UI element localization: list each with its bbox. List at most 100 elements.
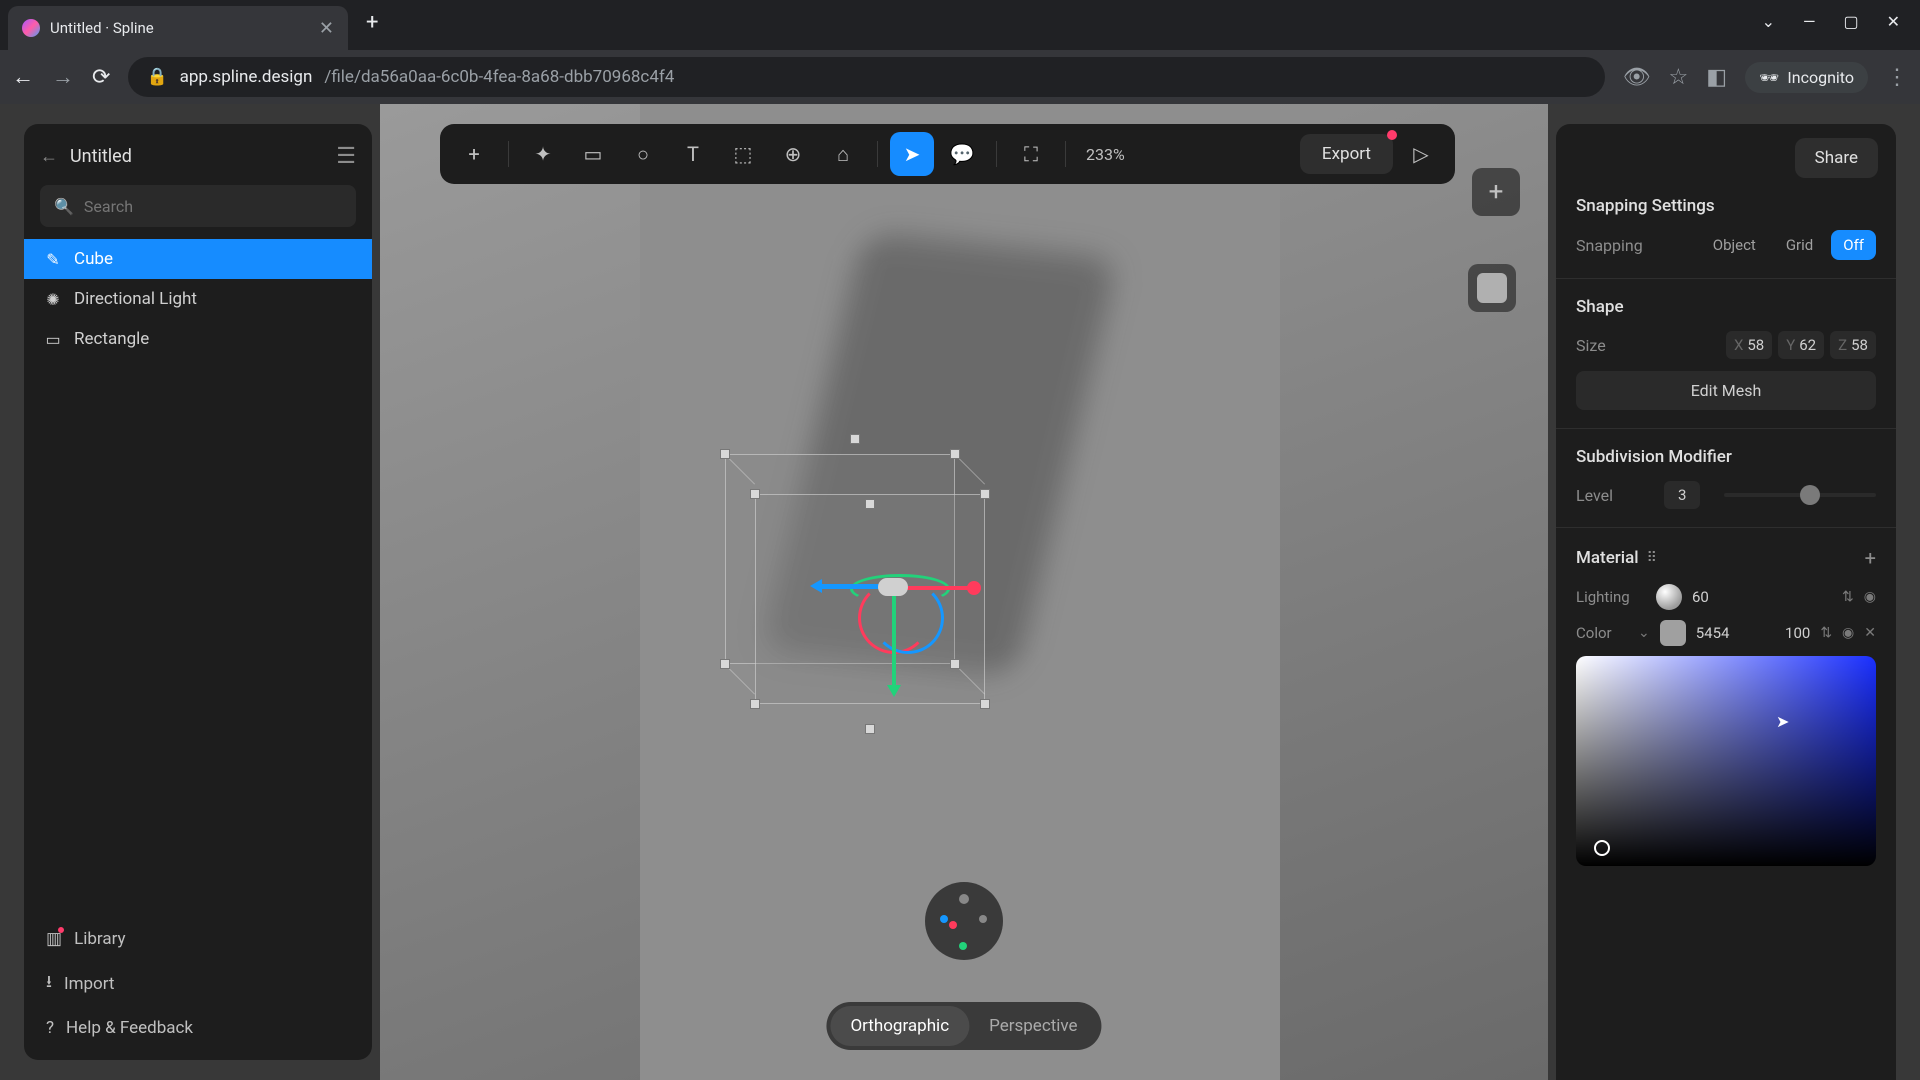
import-label: Import [64,974,115,994]
layer-label: Cube [74,249,113,269]
cursor-tool-button[interactable]: ➤ [890,132,934,176]
perspective-button[interactable]: Perspective [969,1006,1097,1046]
properties-panel: Share Snapping Settings Snapping Object … [1556,124,1896,1080]
lock-icon: 🔒 [146,67,167,87]
level-value[interactable]: 3 [1664,481,1700,509]
rectangle-tool-button[interactable]: ▭ [571,132,615,176]
incognito-badge[interactable]: 🕶 Incognito [1745,62,1868,93]
tab-title: Untitled · Spline [50,19,309,37]
file-title[interactable]: Untitled [70,146,324,167]
size-x-value: 58 [1747,336,1764,354]
snapping-section: Snapping Settings Snapping Object Grid O… [1556,178,1896,279]
outliner-panel: ← Untitled ☰ 🔍 ✎ Cube ✺ Directional Ligh… [24,124,372,1060]
selected-cube[interactable] [725,444,1015,734]
minimize-icon[interactable]: — [1803,12,1816,31]
search-box[interactable]: 🔍 [40,185,356,227]
color-picker-handle[interactable] [1594,840,1610,856]
transform-gizmo[interactable] [820,554,970,704]
lighting-value[interactable]: 60 [1692,588,1709,606]
incognito-icon: 🕶 [1759,68,1779,87]
light-icon: ✺ [44,290,62,308]
help-label: Help & Feedback [66,1018,193,1038]
back-icon[interactable]: ← [12,64,34,90]
color-picker[interactable]: ➤ [1576,656,1876,866]
comment-tool-button[interactable]: 💬 [940,132,984,176]
cube-tool-button[interactable]: ⬚ [721,132,765,176]
size-z-value: 58 [1851,336,1868,354]
link-icon[interactable]: ⇅ [1842,589,1854,605]
snap-object-button[interactable]: Object [1701,230,1768,260]
shape-section: Shape Size X58 Y62 Z58 Edit Mesh [1556,279,1896,429]
close-window-icon[interactable]: ✕ [1887,12,1900,31]
kebab-menu-icon[interactable]: ⋮ [1886,65,1908,90]
address-bar[interactable]: 🔒 app.spline.design/file/da56a0aa-6c0b-4… [128,57,1604,97]
orthographic-button[interactable]: Orthographic [830,1006,969,1046]
visibility-icon[interactable]: ◉ [1864,589,1876,605]
frame-tool-button[interactable]: ⛶ [1009,132,1053,176]
color-code[interactable]: 5454 [1696,624,1730,642]
add-object-button[interactable]: + [452,132,496,176]
orientation-widget[interactable] [925,882,1003,960]
text-tool-button[interactable]: T [671,132,715,176]
size-z-input[interactable]: Z58 [1830,331,1876,359]
material-title: Material [1576,548,1639,568]
chevron-down-icon[interactable]: ⌄ [1762,12,1775,31]
material-options-icon[interactable]: ⠿ [1647,550,1657,566]
search-input[interactable] [84,197,342,216]
layer-item-directional-light[interactable]: ✺ Directional Light [24,279,372,319]
incognito-label: Incognito [1787,68,1854,87]
library-label: Library [74,929,125,949]
color-swatch[interactable] [1660,620,1686,646]
maximize-icon[interactable]: ▢ [1843,12,1858,31]
layer-item-cube[interactable]: ✎ Cube [24,239,372,279]
material-preview-chip[interactable] [1468,264,1516,312]
browser-tab[interactable]: Untitled · Spline ✕ [8,6,348,50]
help-button[interactable]: ? Help & Feedback [40,1008,356,1048]
export-label: Export [1322,144,1371,164]
reload-icon[interactable]: ⟳ [92,65,110,90]
layer-item-rectangle[interactable]: ▭ Rectangle [24,319,372,359]
layer-label: Rectangle [74,329,149,349]
size-label: Size [1576,336,1646,355]
subdivision-section: Subdivision Modifier Level 3 [1556,429,1896,528]
magic-tool-button[interactable]: ✦ [521,132,565,176]
star-icon[interactable]: ☆ [1669,65,1689,90]
viewport-3d[interactable]: Orthographic Perspective [380,104,1548,1080]
help-icon: ? [46,1018,54,1038]
eye-off-icon[interactable]: 👁 [1623,65,1651,90]
color-alpha[interactable]: 100 [1785,624,1810,642]
extensions-icon[interactable]: ◧ [1706,65,1727,90]
zoom-level[interactable]: 233% [1086,145,1125,164]
back-button[interactable]: ← [40,146,58,167]
subdivision-title: Subdivision Modifier [1576,447,1876,467]
edit-mesh-label: Edit Mesh [1691,381,1762,400]
material-section: Material ⠿ + Lighting 60 ⇅ ◉ Color ⌄ 545… [1556,528,1896,1080]
main-toolbar: + ✦ ▭ ○ T ⬚ ⊕ ⌂ ➤ 💬 ⛶ 233% Export ▷ [440,124,1455,184]
play-button[interactable]: ▷ [1399,132,1443,176]
visibility-icon[interactable]: ◉ [1842,625,1854,641]
export-button[interactable]: Export [1300,134,1393,174]
hamburger-icon[interactable]: ☰ [336,144,356,169]
snap-grid-button[interactable]: Grid [1774,230,1825,260]
sphere-tool-button[interactable]: ⊕ [771,132,815,176]
library-button[interactable]: ▥ Library [40,919,356,959]
lighting-swatch[interactable] [1656,584,1682,610]
remove-icon[interactable]: ✕ [1864,625,1876,641]
ellipse-tool-button[interactable]: ○ [621,132,665,176]
chevron-down-icon[interactable]: ⌄ [1638,625,1650,641]
share-button[interactable]: Share [1795,138,1878,178]
size-x-input[interactable]: X58 [1726,331,1772,359]
level-slider[interactable] [1724,485,1876,505]
import-button[interactable]: ⭳ Import [40,959,356,1008]
new-tab-button[interactable]: + [366,10,378,35]
slider-thumb[interactable] [1800,485,1820,505]
close-tab-icon[interactable]: ✕ [319,18,334,39]
add-panel-button[interactable]: + [1472,168,1520,216]
add-material-button[interactable]: + [1865,546,1876,570]
forward-icon[interactable]: → [52,64,74,90]
link-icon[interactable]: ⇅ [1820,625,1832,641]
tag-tool-button[interactable]: ⌂ [821,132,865,176]
snap-off-button[interactable]: Off [1831,230,1876,260]
size-y-input[interactable]: Y62 [1778,331,1824,359]
edit-mesh-button[interactable]: Edit Mesh [1576,371,1876,410]
